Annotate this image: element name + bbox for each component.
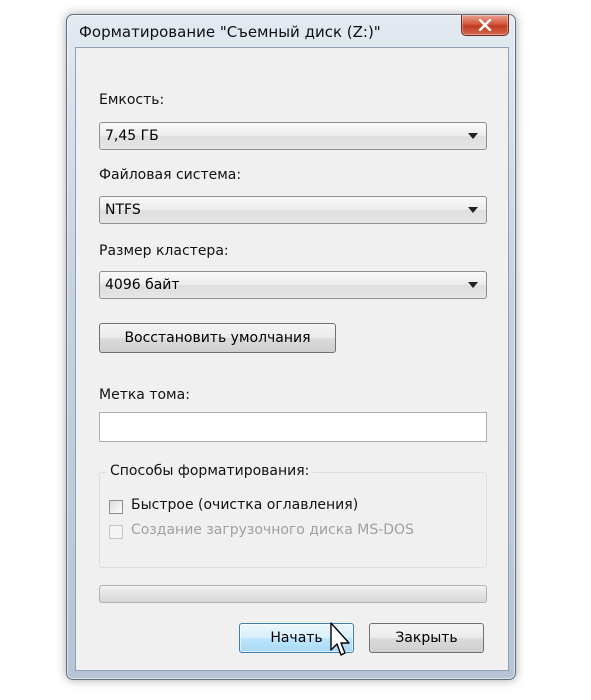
chevron-down-icon: [468, 207, 478, 213]
close-window-button[interactable]: [461, 15, 509, 36]
chevron-down-icon: [468, 282, 478, 288]
close-button[interactable]: Закрыть: [369, 623, 484, 653]
capacity-label: Емкость:: [99, 92, 165, 108]
cluster-size-value: 4096 байт: [105, 277, 180, 293]
chevron-down-icon: [468, 133, 478, 139]
restore-defaults-button[interactable]: Восстановить умолчания: [99, 323, 336, 353]
format-dialog: Форматирование "Съемный диск (Z:)" Емкос…: [66, 14, 516, 680]
capacity-value: 7,45 ГБ: [105, 128, 159, 144]
filesystem-select[interactable]: NTFS: [99, 196, 487, 224]
capacity-select[interactable]: 7,45 ГБ: [99, 122, 487, 150]
window-title: Форматирование "Съемный диск (Z:)": [79, 23, 381, 41]
quick-format-checkbox[interactable]: [109, 500, 123, 514]
format-options-legend: Способы форматирования:: [106, 463, 314, 479]
filesystem-label: Файловая система:: [99, 167, 242, 183]
msdos-boot-label: Создание загрузочного диска MS-DOS: [131, 522, 414, 538]
msdos-boot-checkbox: [109, 525, 123, 539]
format-progress-bar: [99, 585, 487, 603]
title-bar[interactable]: Форматирование "Съемный диск (Z:)": [67, 15, 515, 47]
format-options-group: [99, 472, 487, 568]
mouse-pointer-icon: [330, 622, 350, 656]
volume-label-input[interactable]: [99, 412, 487, 442]
quick-format-label[interactable]: Быстрое (очистка оглавления): [131, 497, 358, 513]
volume-label-caption: Метка тома:: [99, 387, 190, 403]
cluster-size-label: Размер кластера:: [99, 243, 229, 259]
dialog-body: Емкость: 7,45 ГБ Файловая система: NTFS …: [75, 47, 509, 671]
close-icon: [478, 19, 492, 31]
cluster-size-select[interactable]: 4096 байт: [99, 271, 487, 299]
filesystem-value: NTFS: [105, 202, 141, 218]
